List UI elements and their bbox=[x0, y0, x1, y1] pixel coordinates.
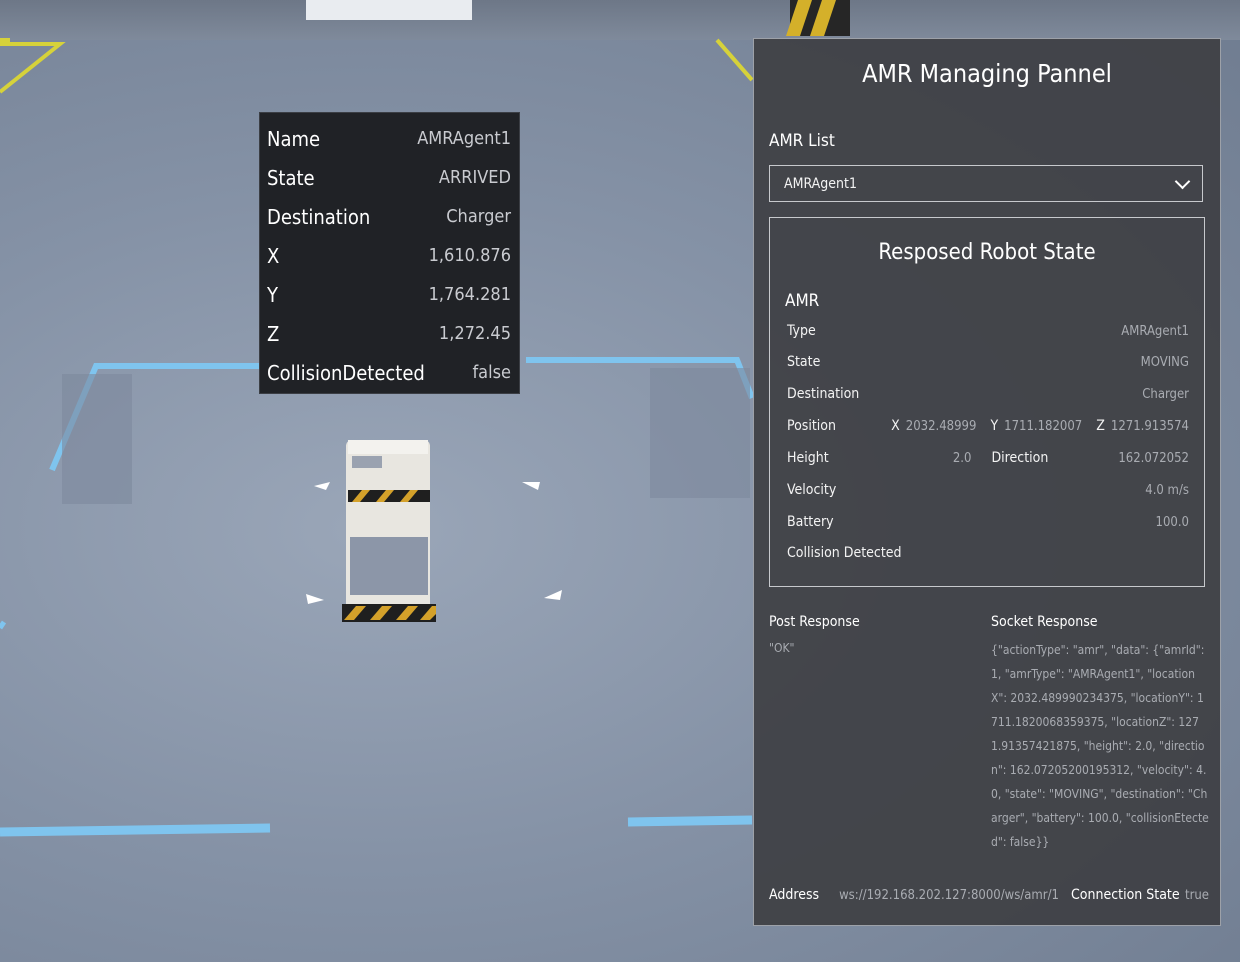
collision-label: Collision Detected bbox=[787, 545, 902, 561]
connection-footer: Address ws://192.168.202.127:8000/ws/amr… bbox=[769, 885, 1209, 905]
agent-row-y: Y 1,764.281 bbox=[267, 275, 511, 314]
state-row-velocity: Velocity 4.0 m/s bbox=[787, 479, 1189, 501]
amr-section-header: AMR bbox=[785, 291, 820, 311]
state-row-battery: Battery 100.0 bbox=[787, 511, 1189, 533]
battery-value: 100.0 bbox=[1155, 514, 1189, 530]
agent-y-label: Y bbox=[267, 282, 278, 307]
agent-row-destination: Destination Charger bbox=[267, 197, 511, 236]
position-x-value: 2032.48999 bbox=[905, 418, 977, 434]
chevron-down-icon bbox=[1174, 173, 1191, 189]
connection-state-value: true bbox=[1184, 887, 1209, 903]
position-z-label: Z bbox=[1096, 418, 1105, 434]
type-value: AMRAgent1 bbox=[1121, 323, 1189, 339]
agent-name-value: AMRAgent1 bbox=[417, 128, 511, 149]
agent-x-label: X bbox=[267, 243, 280, 268]
agent-state-label: State bbox=[267, 165, 315, 190]
socket-response-value: {"actionType": "amr", "data": {"amrId": … bbox=[991, 643, 1209, 849]
address-label: Address bbox=[769, 887, 820, 903]
velocity-value: 4.0 m/s bbox=[1145, 482, 1189, 498]
connection-state-label: Connection State bbox=[1071, 887, 1180, 903]
state-row-position: Position X 2032.48999 Y 1711.182007 Z 12… bbox=[787, 415, 1189, 437]
agent-row-collision: CollisionDetected false bbox=[267, 353, 511, 392]
position-x-label: X bbox=[891, 418, 900, 434]
robot-model bbox=[342, 440, 436, 622]
socket-response-label: Socket Response bbox=[991, 614, 1098, 630]
destination-value: Charger bbox=[1142, 386, 1189, 402]
agent-z-label: Z bbox=[267, 321, 280, 346]
state-row-state: State MOVING bbox=[787, 351, 1189, 373]
direction-value: 162.072052 bbox=[1118, 450, 1189, 466]
agent-info-tooltip: Name AMRAgent1 State ARRIVED Destination… bbox=[259, 112, 520, 394]
agent-row-x: X 1,610.876 bbox=[267, 236, 511, 275]
state-row-collision: Collision Detected bbox=[787, 542, 1189, 564]
state-row-height-direction: Height 2.0 Direction 162.072052 bbox=[787, 447, 1189, 469]
agent-destination-value: Charger bbox=[446, 206, 511, 227]
agent-destination-label: Destination bbox=[267, 204, 371, 229]
amr-managing-panel: AMR Managing Pannel AMR List AMRAgent1 R… bbox=[753, 38, 1221, 926]
agent-y-value: 1,764.281 bbox=[428, 284, 511, 305]
agent-x-value: 1,610.876 bbox=[428, 245, 511, 266]
amr-list-dropdown[interactable]: AMRAgent1 bbox=[769, 165, 1203, 202]
destination-label: Destination bbox=[787, 386, 860, 402]
height-value: 2.0 bbox=[952, 450, 972, 466]
position-y-value: 1711.182007 bbox=[1004, 418, 1083, 434]
agent-row-z: Z 1,272.45 bbox=[267, 314, 511, 353]
address-value: ws://192.168.202.127:8000/ws/amr/1 bbox=[839, 887, 1059, 903]
amr-list-selected: AMRAgent1 bbox=[784, 175, 857, 192]
state-row-destination: Destination Charger bbox=[787, 383, 1189, 405]
state-value: MOVING bbox=[1140, 354, 1189, 370]
panel-title: AMR Managing Pannel bbox=[862, 59, 1112, 88]
agent-row-name: Name AMRAgent1 bbox=[267, 119, 511, 158]
state-row-type: Type AMRAgent1 bbox=[787, 320, 1189, 342]
position-y-label: Y bbox=[990, 418, 999, 434]
height-label: Height bbox=[787, 450, 829, 466]
position-label: Position bbox=[787, 418, 836, 434]
amr-list-label: AMR List bbox=[769, 131, 835, 151]
direction-label: Direction bbox=[991, 450, 1049, 466]
state-label: State bbox=[787, 354, 821, 370]
agent-row-state: State ARRIVED bbox=[267, 158, 511, 197]
type-label: Type bbox=[787, 323, 816, 339]
position-z-value: 1271.913574 bbox=[1110, 418, 1189, 434]
post-response-value: "OK" bbox=[769, 641, 795, 655]
agent-name-label: Name bbox=[267, 126, 321, 151]
post-response-label: Post Response bbox=[769, 614, 860, 630]
agent-collision-label: CollisionDetected bbox=[267, 360, 425, 385]
agent-z-value: 1,272.45 bbox=[438, 323, 511, 344]
agent-state-value: ARRIVED bbox=[438, 167, 511, 188]
robot-state-box: Resposed Robot State AMR Type AMRAgent1 … bbox=[769, 217, 1205, 587]
position-values: X 2032.48999 Y 1711.182007 Z 1271.913574 bbox=[877, 418, 1189, 434]
velocity-label: Velocity bbox=[787, 482, 837, 498]
robot-state-title: Resposed Robot State bbox=[878, 240, 1096, 265]
agent-collision-value: false bbox=[472, 362, 511, 383]
battery-label: Battery bbox=[787, 514, 834, 530]
